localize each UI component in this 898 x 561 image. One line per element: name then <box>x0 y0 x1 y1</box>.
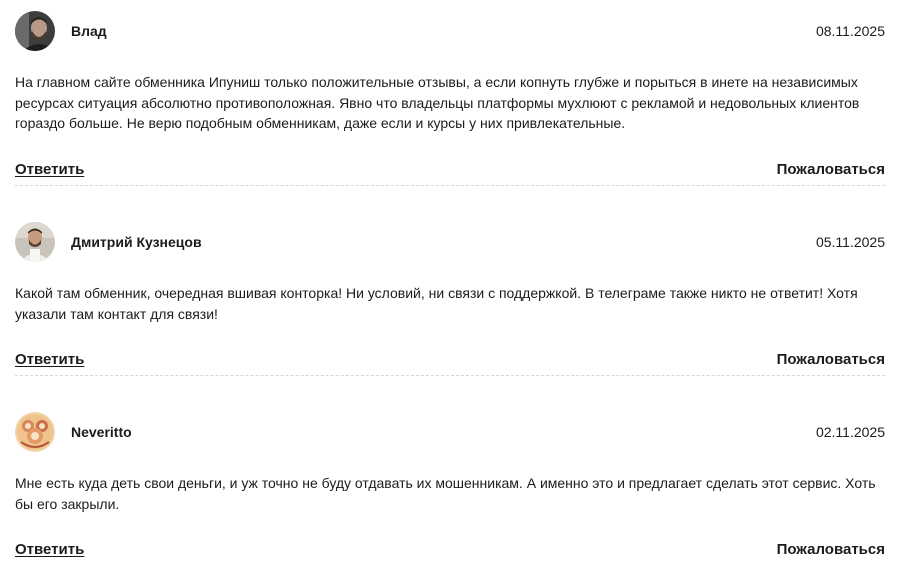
review-actions: Ответить Пожаловаться <box>15 541 885 561</box>
review-header: Дмитрий Кузнецов 05.11.2025 <box>15 222 885 262</box>
reply-link[interactable]: Ответить <box>15 161 84 179</box>
review-date: 05.11.2025 <box>815 234 885 250</box>
review-text: На главном сайте обменника Ипуниш только… <box>15 74 860 131</box>
reviews-list: Влад 08.11.2025 На главном сайте обменни… <box>0 0 898 558</box>
reply-link[interactable]: Ответить <box>15 541 84 559</box>
avatar <box>15 222 55 262</box>
review-date: 08.11.2025 <box>815 23 885 39</box>
report-link[interactable]: Пожаловаться <box>777 541 885 559</box>
review-divider <box>15 185 885 186</box>
review-item: Дмитрий Кузнецов 05.11.2025 Какой там об… <box>15 222 885 371</box>
review-item: Neveritto 02.11.2025 Мне есть куда деть … <box>15 412 885 561</box>
report-link[interactable]: Пожаловаться <box>777 161 885 179</box>
review-author: Neveritto <box>71 424 132 440</box>
review-author: Дмитрий Кузнецов <box>71 234 202 250</box>
review-date: 02.11.2025 <box>815 424 885 440</box>
review-text: Мне есть куда деть свои деньги, и уж точ… <box>15 475 876 512</box>
review-author: Влад <box>71 23 107 39</box>
review-item: Влад 08.11.2025 На главном сайте обменни… <box>15 11 885 181</box>
review-header: Neveritto 02.11.2025 <box>15 412 885 452</box>
avatar <box>15 412 55 452</box>
review-text: Какой там обменник, очередная вшивая кон… <box>15 285 858 322</box>
reply-link[interactable]: Ответить <box>15 351 84 369</box>
review-actions: Ответить Пожаловаться <box>15 161 885 181</box>
avatar <box>15 11 55 51</box>
review-actions: Ответить Пожаловаться <box>15 351 885 371</box>
review-header: Влад 08.11.2025 <box>15 11 885 51</box>
review-divider <box>15 375 885 376</box>
report-link[interactable]: Пожаловаться <box>777 351 885 369</box>
